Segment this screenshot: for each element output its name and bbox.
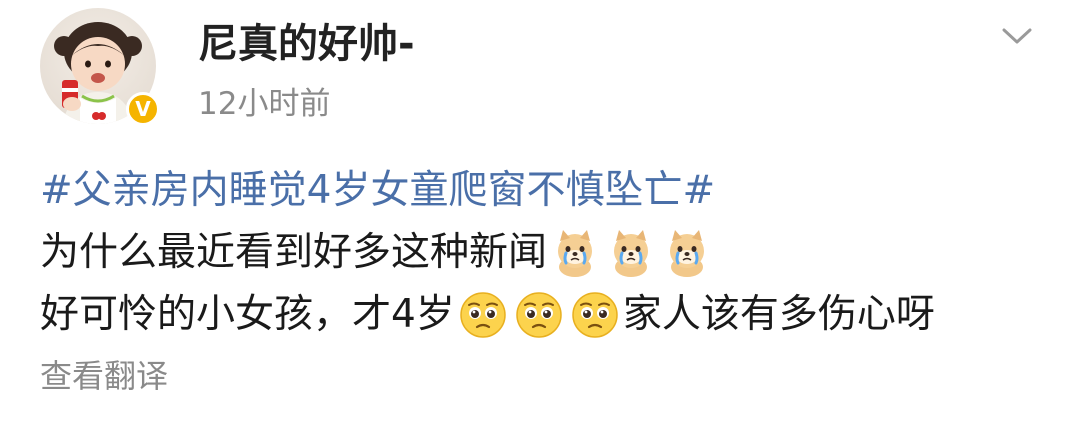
verified-badge: V — [126, 92, 160, 126]
post-line-hashtag: #父亲房内睡觉4岁女童爬窗不慎坠亡# — [40, 160, 1060, 222]
post-line-1: 为什么最近看到好多这种新闻 — [40, 222, 1060, 284]
hashtag-link[interactable]: #父亲房内睡觉4岁女童爬窗不慎坠亡# — [40, 160, 715, 222]
crying-doge-emoji-icon — [605, 227, 657, 279]
pleading-face-emoji-icon — [569, 289, 621, 341]
crying-doge-emoji-icon — [549, 227, 601, 279]
pleading-face-emoji-icon — [513, 289, 565, 341]
chevron-down-icon[interactable] — [1000, 22, 1034, 50]
post-timestamp: 12小时前 — [198, 86, 331, 122]
avatar-container[interactable]: V — [40, 8, 160, 126]
post-line-2: 好可怜的小女孩，才4岁 家人该有多伤心呀 — [40, 284, 1060, 346]
post-body: #父亲房内睡觉4岁女童爬窗不慎坠亡# 为什么最近看到好多这种新闻 好可怜的小女孩… — [40, 160, 1060, 346]
post-text-line2-after: 家人该有多伤心呀 — [622, 292, 935, 337]
crying-doge-emoji-icon — [661, 227, 713, 279]
post-text-line1: 为什么最近看到好多这种新闻 — [40, 230, 548, 275]
username[interactable]: 尼真的好帅- — [198, 16, 415, 72]
view-translation-link[interactable]: 查看翻译 — [40, 352, 168, 400]
pleading-face-emoji-icon — [457, 289, 509, 341]
post-text-line2-before: 好可怜的小女孩，才4岁 — [40, 292, 455, 337]
